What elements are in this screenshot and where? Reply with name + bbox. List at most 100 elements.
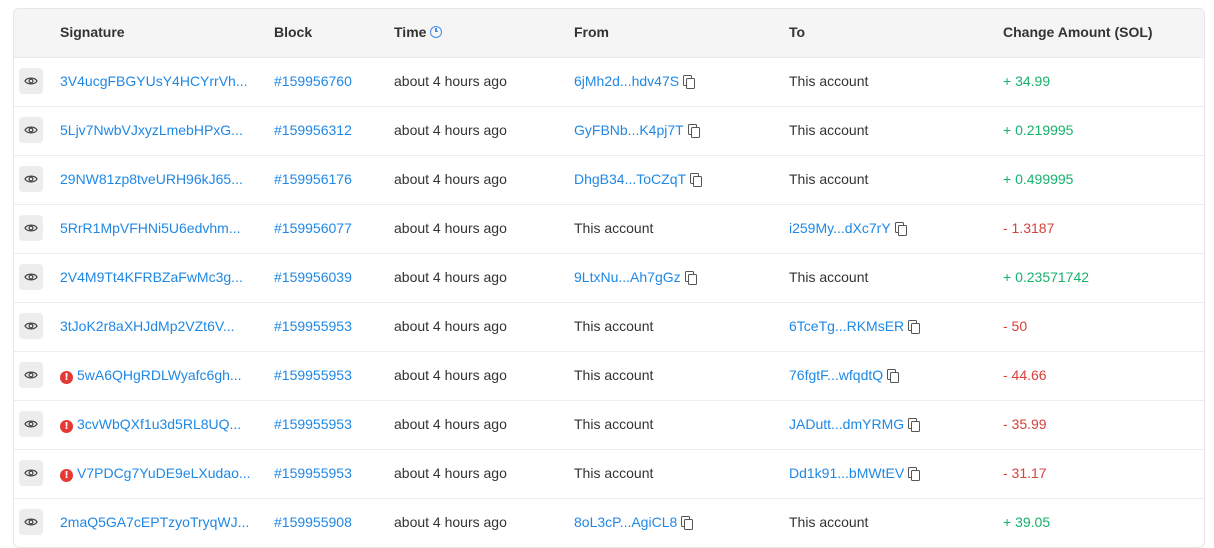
to-cell: This account: [789, 122, 868, 138]
change-amount: + 34.99: [1003, 73, 1051, 89]
view-transaction-button[interactable]: [19, 362, 43, 388]
to-address-link[interactable]: Dd1k91...bMWtEV: [789, 465, 904, 481]
copy-icon[interactable]: [683, 75, 696, 89]
block-link[interactable]: #159956312: [274, 122, 352, 138]
copy-icon[interactable]: [908, 418, 921, 432]
table-row: 5Ljv7NwbVJxyzLmebHPxG... #159956312 about …: [14, 107, 1204, 156]
signature-link[interactable]: 3tJoK2r8aXHJdMp2VZt6V...: [60, 318, 235, 334]
eye-icon: [24, 125, 38, 135]
from-cell: This account: [574, 416, 653, 432]
to-address-link[interactable]: 76fgtF...wfqdtQ: [789, 367, 883, 383]
eye-icon: [24, 223, 38, 233]
time-cell: about 4 hours ago: [394, 514, 507, 530]
change-amount: + 0.23571742: [1003, 269, 1090, 285]
copy-icon[interactable]: [690, 173, 703, 187]
transactions-table: Signature Block Time From To Change Amou…: [13, 8, 1205, 548]
copy-icon[interactable]: [908, 320, 921, 334]
block-link[interactable]: #159955953: [274, 367, 352, 383]
from-address-link[interactable]: GyFBNb...K4pj7T: [574, 122, 684, 138]
to-cell: This account: [789, 514, 868, 530]
view-transaction-button[interactable]: [19, 166, 43, 192]
copy-icon[interactable]: [687, 124, 700, 138]
column-header-change-amount: Change Amount (SOL): [1003, 24, 1153, 40]
eye-icon: [24, 174, 38, 184]
to-this-account-label: This account: [789, 269, 869, 285]
clock-icon[interactable]: [430, 26, 443, 38]
signature-link[interactable]: 29NW81zp8tveURH96kJ65...: [60, 171, 243, 187]
copy-icon[interactable]: [908, 467, 921, 481]
view-transaction-button[interactable]: [19, 411, 43, 437]
signature-link[interactable]: 5RrR1MpVFHNi5U6edvhm...: [60, 220, 241, 236]
signature-link[interactable]: 2maQ5GA7cEPTzyoTryqWJ...: [60, 514, 249, 530]
column-header-time: Time: [394, 24, 443, 40]
table-body: 3V4ucgFBGYUsY4HCYrrVh... #159956760 about …: [14, 58, 1204, 547]
to-address-link[interactable]: i259My...dXc7rY: [789, 220, 891, 236]
signature-link[interactable]: 3V4ucgFBGYUsY4HCYrrVh...: [60, 73, 248, 89]
from-this-account-label: This account: [574, 220, 654, 236]
copy-icon[interactable]: [684, 271, 697, 285]
block-link[interactable]: #159956176: [274, 171, 352, 187]
change-amount: - 50: [1003, 318, 1028, 334]
signature-link[interactable]: 3cvWbQXf1u3d5RL8UQ...: [77, 416, 241, 432]
signature-cell: 2maQ5GA7cEPTzyoTryqWJ...: [60, 514, 249, 530]
to-cell: This account: [789, 171, 868, 187]
view-transaction-button[interactable]: [19, 68, 43, 94]
from-cell: This account: [574, 367, 653, 383]
signature-link[interactable]: 5wA6QHgRDLWyafc6gh...: [77, 367, 242, 383]
from-address-link[interactable]: DhgB34...ToCZqT: [574, 171, 686, 187]
time-cell: about 4 hours ago: [394, 220, 507, 236]
change-amount: + 0.219995: [1003, 122, 1074, 138]
signature-cell: 3tJoK2r8aXHJdMp2VZt6V...: [60, 318, 235, 334]
column-header-signature: Signature: [60, 24, 125, 40]
block-link[interactable]: #159955953: [274, 318, 352, 334]
from-cell: 9LtxNu...Ah7gGz: [574, 269, 697, 285]
signature-cell: 5Ljv7NwbVJxyzLmebHPxG...: [60, 122, 243, 138]
table-row: ! V7PDCg7YuDE9eLXudao... #159955953 about 4…: [14, 450, 1204, 499]
signature-link[interactable]: 5Ljv7NwbVJxyzLmebHPxG...: [60, 122, 243, 138]
block-link[interactable]: #159956039: [274, 269, 352, 285]
view-transaction-button[interactable]: [19, 460, 43, 486]
block-link[interactable]: #159955953: [274, 416, 352, 432]
copy-icon[interactable]: [894, 222, 907, 236]
to-cell: 6TceTg...RKMsER: [789, 318, 921, 334]
view-transaction-button[interactable]: [19, 264, 43, 290]
change-amount: - 31.17: [1003, 465, 1047, 481]
copy-icon[interactable]: [681, 516, 694, 530]
block-link[interactable]: #159956760: [274, 73, 352, 89]
block-link[interactable]: #159955908: [274, 514, 352, 530]
from-address-link[interactable]: 9LtxNu...Ah7gGz: [574, 269, 681, 285]
signature-cell: 3V4ucgFBGYUsY4HCYrrVh...: [60, 73, 248, 89]
copy-icon[interactable]: [887, 369, 900, 383]
from-this-account-label: This account: [574, 465, 654, 481]
view-transaction-button[interactable]: [19, 509, 43, 535]
to-address-link[interactable]: JADutt...dmYRMG: [789, 416, 904, 432]
error-icon: !: [60, 469, 73, 482]
to-address-link[interactable]: 6TceTg...RKMsER: [789, 318, 904, 334]
to-cell: i259My...dXc7rY: [789, 220, 907, 236]
to-this-account-label: This account: [789, 122, 869, 138]
from-address-link[interactable]: 8oL3cP...AgiCL8: [574, 514, 677, 530]
signature-link[interactable]: 2V4M9Tt4KFRBZaFwMc3g...: [60, 269, 243, 285]
table-row: 3tJoK2r8aXHJdMp2VZt6V... #159955953 about …: [14, 303, 1204, 352]
eye-icon: [24, 321, 38, 331]
block-link[interactable]: #159955953: [274, 465, 352, 481]
change-amount: - 1.3187: [1003, 220, 1055, 236]
time-cell: about 4 hours ago: [394, 122, 507, 138]
column-header-to: To: [789, 24, 806, 40]
view-transaction-button[interactable]: [19, 215, 43, 241]
view-transaction-button[interactable]: [19, 117, 43, 143]
view-transaction-button[interactable]: [19, 313, 43, 339]
column-header-time-label: Time: [394, 24, 427, 40]
signature-link[interactable]: V7PDCg7YuDE9eLXudao...: [77, 465, 251, 481]
from-address-link[interactable]: 6jMh2d...hdv47S: [574, 73, 679, 89]
column-header-from: From: [574, 24, 609, 40]
to-cell: Dd1k91...bMWtEV: [789, 465, 921, 481]
signature-cell: ! V7PDCg7YuDE9eLXudao...: [60, 465, 251, 482]
block-link[interactable]: #159956077: [274, 220, 352, 236]
from-cell: This account: [574, 465, 653, 481]
to-cell: This account: [789, 73, 868, 89]
eye-icon: [24, 76, 38, 86]
to-cell: JADutt...dmYRMG: [789, 416, 921, 432]
change-amount: + 39.05: [1003, 514, 1051, 530]
from-cell: GyFBNb...K4pj7T: [574, 122, 700, 138]
